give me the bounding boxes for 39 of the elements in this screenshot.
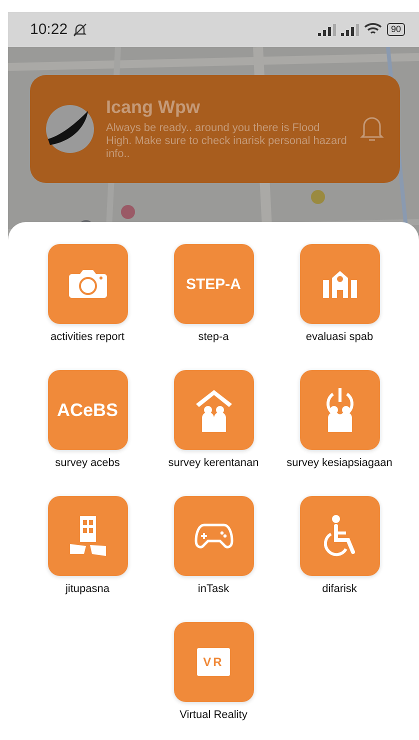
menu-label: difarisk xyxy=(321,584,358,595)
collapsed-building-icon xyxy=(68,514,108,558)
menu-label: inTask xyxy=(196,584,230,595)
menu-label: survey kerentanan xyxy=(167,458,260,469)
menu-label: evaluasi spab xyxy=(304,332,374,343)
menu-label: step-a xyxy=(197,332,230,343)
menu-tile[interactable] xyxy=(300,244,380,324)
signal-icon xyxy=(318,24,336,36)
bell-icon xyxy=(360,115,384,144)
menu-label: activities report xyxy=(50,332,126,343)
wheelchair-icon xyxy=(322,514,358,558)
menu-tile[interactable] xyxy=(300,496,380,576)
avatar xyxy=(46,105,94,154)
menu-tile[interactable] xyxy=(300,370,380,450)
logo-text: ACeBS xyxy=(56,400,118,420)
menu-tile[interactable]: ACeBS xyxy=(48,370,128,450)
battery-level: 90 xyxy=(386,23,405,36)
vr-logo: VR xyxy=(197,648,230,676)
menu-label: Virtual Reality xyxy=(178,710,248,721)
menu-tile[interactable]: VR xyxy=(174,622,254,702)
menu-label: survey kesiapsiagaan xyxy=(286,458,394,469)
school-icon xyxy=(322,270,356,298)
menu-label: jitupasna xyxy=(64,584,111,595)
wifi-icon xyxy=(364,23,382,36)
menu-tile[interactable] xyxy=(48,496,128,576)
menu-tile[interactable]: STEP-A xyxy=(174,244,254,324)
menu-label: survey acebs xyxy=(54,458,121,469)
logo-text: STEP-A xyxy=(186,276,241,292)
notification-title: Icang Wpw xyxy=(106,97,201,118)
menu-tile[interactable] xyxy=(48,244,128,324)
camera-icon xyxy=(68,268,108,300)
notification-message: Always be ready.. around you there is Flood High. Make sure to check inarisk personal hazard info.. xyxy=(106,122,348,162)
signal-icon xyxy=(340,24,359,36)
menu-tile[interactable] xyxy=(174,496,254,576)
menu-tile[interactable] xyxy=(174,370,254,450)
notification-card[interactable]: Icang Wpw Always be ready.. around you there is Flood High. Make sure to check inarisk personal hazard info.. xyxy=(30,75,400,184)
gamepad-icon xyxy=(194,522,234,550)
clock: 10:22 xyxy=(30,21,68,38)
bell-off-icon xyxy=(72,22,87,37)
